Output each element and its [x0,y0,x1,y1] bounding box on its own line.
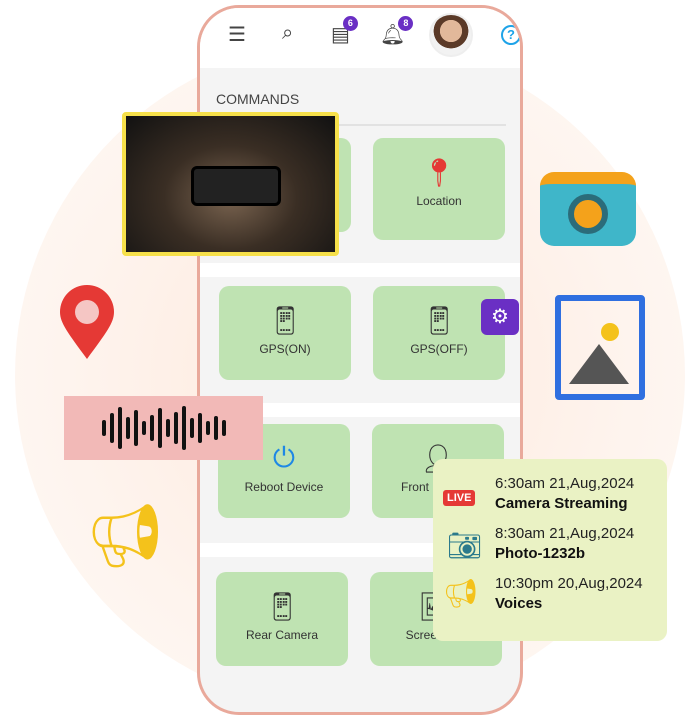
tile-gps-on[interactable]: 📱︎ GPS(ON) [219,286,351,380]
image-frame-icon [555,295,645,400]
activity-card: LIVE 6:30am 21,Aug,2024 Camera Streaming… [433,459,667,641]
camera-icon [540,172,636,246]
hamburger-icon[interactable]: ☰ [228,22,246,47]
messages-badge: 6 [342,16,358,31]
activity-time: 6:30am 21,Aug,2024 [495,475,635,492]
map-pin-icon: 📍︎ [421,157,457,188]
settings-gear-icon[interactable]: ⚙ [481,299,519,335]
avatar[interactable] [429,13,473,57]
bell-icon[interactable]: 🔔︎ 8 [380,16,414,47]
megaphone-icon: 📢︎ [443,578,479,609]
activity-time: 10:30pm 20,Aug,2024 [495,575,643,592]
tile-rear-camera[interactable]: 📱︎ Rear Camera [216,572,348,666]
activity-title: Voices [495,595,543,612]
help-icon[interactable]: ? [501,25,520,45]
activity-time: 8:30am 21,Aug,2024 [495,525,635,542]
activity-title: Photo-1232b [495,545,586,562]
tile-label: Location [416,194,462,208]
tile-label: Reboot Device [244,480,324,494]
camera-photo-image [122,112,339,256]
tile-label: Rear Camera [245,628,319,642]
rear-camera-icon: 📱︎ [264,591,300,622]
app-header: ☰ ⌕ ▤ 6 🔔︎ 8 ? [200,8,520,68]
gps-on-icon: 📱︎ [267,305,303,336]
photo-camera-icon: 📷︎ [447,530,483,561]
megaphone-icon: 📢︎ [86,502,165,571]
activity-title: Camera Streaming [495,495,628,512]
divider [200,263,520,277]
live-badge: LIVE [443,490,476,506]
notifications-badge: 8 [398,16,414,31]
search-icon[interactable]: ⌕ [282,22,293,45]
section-title: COMMANDS [216,91,300,107]
messages-icon[interactable]: ▤ 6 [331,16,358,47]
location-pin-icon [58,285,116,360]
tile-label: GPS(ON) [259,342,311,356]
audio-waveform [64,396,263,460]
tile-location[interactable]: 📍︎ Location [373,138,505,240]
tile-label: GPS(OFF) [410,342,468,356]
